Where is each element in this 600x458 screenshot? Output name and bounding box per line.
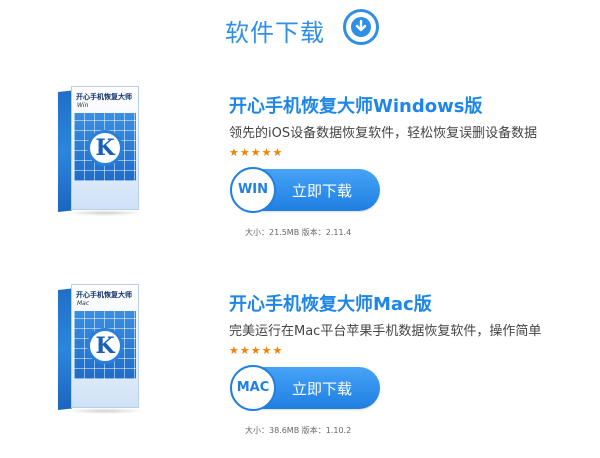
rating-stars: ★★★★★ [229, 146, 284, 159]
mac-badge: MAC [230, 365, 276, 411]
box-product-name: 开心手机恢复大师 [76, 93, 132, 101]
product-card-windows: 开心手机恢复大师 Win K 开心手机恢复大师Windows版 领先的iOS设备… [0, 80, 600, 260]
download-circle-icon [343, 9, 379, 45]
product-box-image: 开心手机恢复大师 Mac K [58, 284, 144, 414]
k-logo-icon: K [87, 328, 123, 364]
download-button-label: 立即下载 [292, 380, 353, 398]
windows-badge: WIN [230, 167, 276, 213]
section-title: 软件下载 [225, 19, 325, 47]
product-title[interactable]: 开心手机恢复大师Windows版 [229, 92, 482, 118]
download-section-header: 软件下载 [0, 8, 600, 52]
k-logo-icon: K [87, 130, 123, 166]
box-platform: Mac [77, 300, 90, 307]
box-product-name: 开心手机恢复大师 [76, 291, 132, 299]
download-button-mac[interactable]: MAC 立即下载 [230, 365, 380, 411]
product-description: 完美运行在Mac平台苹果手机数据恢复软件，操作简单 [229, 324, 542, 339]
file-meta: 大小：38.6MB 版本：1.10.2 [245, 426, 352, 435]
file-meta: 大小：21.5MB 版本：2.11.4 [245, 228, 352, 237]
product-box-image: 开心手机恢复大师 Win K [58, 86, 144, 216]
product-description: 领先的iOS设备数据恢复软件，轻松恢复误删设备数据 [229, 126, 538, 141]
download-button-label: 立即下载 [292, 182, 353, 200]
product-title[interactable]: 开心手机恢复大师Mac版 [229, 290, 432, 316]
rating-stars: ★★★★★ [229, 344, 284, 357]
product-card-mac: 开心手机恢复大师 Mac K 开心手机恢复大师Mac版 完美运行在Mac平台苹果… [0, 278, 600, 458]
download-button-windows[interactable]: WIN 立即下载 [230, 167, 380, 213]
box-platform: Win [77, 102, 89, 109]
